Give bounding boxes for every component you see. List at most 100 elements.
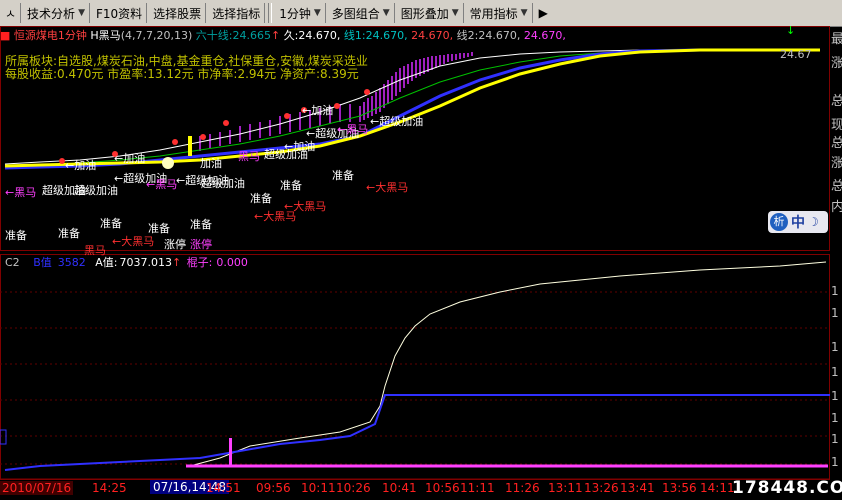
chevron-down-icon: ▼ bbox=[382, 8, 390, 18]
logo-text: 中 bbox=[791, 215, 805, 231]
moon-icon: ☽ bbox=[808, 215, 819, 229]
time-tick: 11:26 bbox=[505, 481, 540, 495]
select-indicator-label: 选择指标 bbox=[212, 6, 261, 21]
line2-value: 24.670 bbox=[478, 29, 517, 42]
annot-zhangting: 涨停 bbox=[164, 238, 186, 251]
tech-analysis-label: 技术分析 bbox=[27, 6, 76, 21]
stick-value: 0.000 bbox=[216, 256, 248, 269]
annot-zhunbei: 准备 bbox=[332, 169, 354, 182]
toolbar: ㅅ 技术分析 ▼ F10资料 选择股票 选择指标 1分钟 ▼ 多图组合 ▼ 图形叠加 ▼… bbox=[0, 0, 842, 27]
time-tick: 14:25 bbox=[92, 481, 127, 495]
sixty-line-value: 24.665 bbox=[232, 29, 271, 42]
annot-chaoji-jiayou: 超级加油 bbox=[74, 184, 118, 197]
f10-label: F10资料 bbox=[95, 6, 143, 21]
toolbar-multi-chart[interactable]: 多图组合 ▼ bbox=[328, 3, 395, 23]
fundamentals-info: 每股收益:0.470元 市盈率:13.12元 市净率:2.94元 净资产:8.3… bbox=[5, 67, 359, 81]
select-stock-label: 选择股票 bbox=[153, 6, 202, 21]
sixty-line-label: 六十线: bbox=[195, 29, 233, 42]
time-tick: 10:26 bbox=[336, 481, 371, 495]
axis-tick: 1 bbox=[831, 340, 839, 354]
time-tick: 13:41 bbox=[620, 481, 655, 495]
stick-label: 棍子: bbox=[186, 256, 213, 269]
jiu-label: 久: bbox=[283, 29, 299, 42]
annot-zhangting: 涨停 bbox=[190, 238, 212, 251]
b-value-line bbox=[4, 394, 830, 471]
time-tick: 10:41 bbox=[382, 481, 417, 495]
time-tick: 13:26 bbox=[584, 481, 619, 495]
chevron-down-icon: ▼ bbox=[451, 8, 459, 18]
annot-jiayou: ←加油 bbox=[114, 152, 146, 165]
yellow-circle-marker bbox=[162, 157, 174, 169]
lower-panel-name: C2 bbox=[5, 256, 20, 269]
up-arrow-icon: ↑ bbox=[171, 256, 182, 269]
annot-zhunbei: 准备 bbox=[100, 217, 122, 230]
strip-char: 涨 bbox=[831, 156, 842, 171]
time-tick: 10:11 bbox=[301, 481, 336, 495]
chevron-right-icon: ▶ bbox=[538, 6, 548, 20]
annot-heima: 黑马 bbox=[238, 150, 260, 163]
strip-char: 内 bbox=[831, 200, 842, 215]
toolbar-tech-analysis[interactable]: 技术分析 ▼ bbox=[23, 3, 90, 23]
strip-char: 涨 bbox=[831, 56, 842, 71]
b-label: B值 bbox=[33, 256, 52, 269]
toolbar-period[interactable]: 1分钟 ▼ bbox=[275, 3, 326, 23]
stock-name: 恒源煤电 bbox=[13, 29, 58, 42]
lower-grid bbox=[0, 291, 830, 465]
stick-spike bbox=[229, 438, 232, 466]
time-tick: 13:56 bbox=[662, 481, 697, 495]
time-tick: 13:11 bbox=[548, 481, 583, 495]
annot-zhunbei: 准备 bbox=[58, 227, 80, 240]
chevron-down-icon: ▼ bbox=[78, 8, 85, 18]
line1-value: 24.670 bbox=[365, 29, 405, 42]
annot-jiayou: ←加油 bbox=[302, 104, 334, 117]
overlay-label: 图形叠加 bbox=[400, 6, 449, 21]
annot-zhunbei: 准备 bbox=[190, 218, 212, 231]
annot-jiayou: ←加油 bbox=[65, 159, 97, 172]
indicator-name: H黑马 bbox=[90, 29, 121, 42]
annot-da-heima: ←大黑马 bbox=[254, 210, 297, 223]
toolbar-f10[interactable]: F10资料 bbox=[92, 3, 148, 23]
axis-tick: 1 bbox=[831, 284, 839, 298]
toolbar-select-stock[interactable]: 选择股票 bbox=[149, 3, 207, 23]
value-red: 24.670 bbox=[411, 29, 450, 42]
annot-da-heima: ←大黑马 bbox=[366, 181, 409, 194]
strip-char: 最 bbox=[831, 32, 842, 47]
period-label: 1分钟 bbox=[279, 6, 311, 21]
indicator-header: ■ 恒源煤电1分钟 H黑马(4,7,7,20,13) 六十线:24.665↑ 久… bbox=[0, 29, 566, 42]
annot-chaoji-jiayou: ←超级加油 bbox=[370, 115, 424, 128]
close-icon[interactable]: ■ bbox=[0, 29, 10, 42]
strip-char: 总 bbox=[831, 136, 842, 151]
down-arrow-icon: ↓ bbox=[786, 24, 796, 37]
axis-tick: 1 bbox=[831, 389, 839, 403]
axis-tick: 1 bbox=[831, 455, 839, 469]
axis-tick: 1 bbox=[831, 432, 839, 446]
header-period: 1分钟 bbox=[57, 29, 87, 42]
time-axis: 2010/07/16 14:25 07/16,14:48 14:51 09:56… bbox=[0, 480, 842, 500]
toolbar-overlay[interactable]: 图形叠加 ▼ bbox=[397, 3, 464, 23]
annot-chaoji-jiayou: 超级加油 bbox=[201, 177, 245, 190]
annot-chaoji-jiayou: 超级加油 bbox=[264, 148, 308, 161]
annot-jiayou: 加油 bbox=[200, 157, 222, 170]
time-tick: 09:56 bbox=[256, 481, 291, 495]
line2-label: 线2: bbox=[456, 29, 479, 42]
lower-panel-header: C2 B值 3582 A值: 7037.013↑ 棍子: 0.000 bbox=[5, 254, 248, 270]
time-tick: 11:11 bbox=[460, 481, 495, 495]
axis-tick: 1 bbox=[831, 365, 839, 379]
toolbar-separator bbox=[268, 3, 273, 23]
b-value: 3582 bbox=[57, 256, 86, 269]
time-axis-date: 2010/07/16 bbox=[0, 481, 74, 495]
logo-badge[interactable]: 析 中 ☽ bbox=[768, 211, 828, 233]
indicator-params: (4,7,7,20,13) bbox=[120, 29, 193, 42]
toolbar-common-indicators[interactable]: 常用指标 ▼ bbox=[466, 3, 533, 23]
toolbar-scroll-right[interactable]: ▶ bbox=[535, 3, 552, 23]
time-tick: 10:56 bbox=[425, 481, 460, 495]
strip-char: 总 bbox=[831, 179, 842, 194]
toolbar-edge-left[interactable]: ㅅ bbox=[1, 3, 22, 23]
toolbar-select-indicator[interactable]: 选择指标 bbox=[208, 3, 266, 23]
multi-chart-label: 多图组合 bbox=[331, 6, 380, 21]
time-tick: 14:11 bbox=[700, 481, 735, 495]
price-tag: 24.67 bbox=[780, 48, 812, 61]
annot-heima: ←黑马 bbox=[146, 178, 178, 191]
common-indicators-label: 常用指标 bbox=[469, 6, 518, 21]
up-arrow-icon: ↑ bbox=[270, 29, 281, 42]
